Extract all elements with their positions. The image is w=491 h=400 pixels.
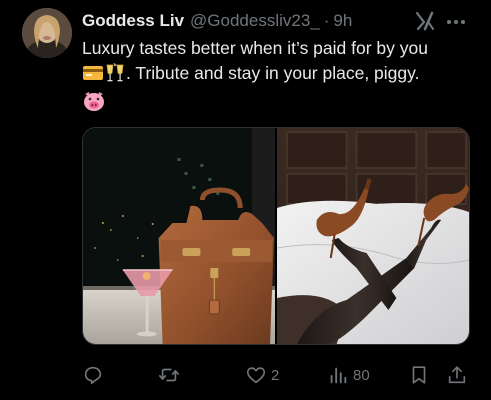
tweet-actions: 2 80: [82, 362, 470, 388]
author-display-name[interactable]: Goddess Liv: [82, 11, 184, 31]
tweet-text-line-1: Luxury tastes better when it’s paid for …: [82, 38, 428, 58]
reply-button[interactable]: [82, 362, 108, 388]
header-separator: ·: [323, 11, 330, 30]
tweet-media[interactable]: [82, 127, 470, 345]
tweet-header: Goddess Liv @Goddessliv23_ · 9h: [82, 10, 352, 32]
reply-icon: [82, 364, 104, 386]
share-icon: [446, 364, 468, 386]
views-count: 80: [353, 366, 370, 384]
bookmark-icon: [408, 364, 430, 386]
tweet-timestamp[interactable]: 9h: [333, 11, 352, 31]
more-icon[interactable]: [444, 12, 468, 32]
tweet-text-line-2: . Tribute and stay in your place, piggy.: [82, 61, 482, 90]
like-count: 2: [271, 366, 280, 384]
share-button[interactable]: [446, 362, 468, 388]
avatar[interactable]: [22, 8, 72, 58]
views-icon: [327, 364, 349, 386]
tweet[interactable]: Goddess Liv @Goddessliv23_ · 9h Luxury t…: [0, 0, 491, 400]
pig-face-emoji: [82, 90, 106, 119]
views-button[interactable]: 80: [327, 362, 370, 388]
bookmark-button[interactable]: [408, 362, 430, 388]
retweet-icon: [158, 364, 180, 386]
photo-handbag-and-cocktail[interactable]: [83, 128, 275, 344]
grok-icon[interactable]: [414, 10, 436, 32]
tweet-text-line-2-text: . Tribute and stay in your place, piggy.: [126, 63, 420, 83]
like-button[interactable]: 2: [245, 362, 279, 388]
clinking-glasses-emoji: [104, 62, 126, 90]
retweet-button[interactable]: [158, 362, 184, 388]
credit-card-emoji: [82, 63, 104, 90]
tweet-text-line-3: [82, 90, 482, 119]
tweet-text: Luxury tastes better when it’s paid for …: [82, 36, 482, 119]
heart-icon: [245, 364, 267, 386]
photo-legs-in-heels[interactable]: [277, 128, 469, 344]
author-handle[interactable]: @Goddessliv23_: [190, 11, 320, 31]
